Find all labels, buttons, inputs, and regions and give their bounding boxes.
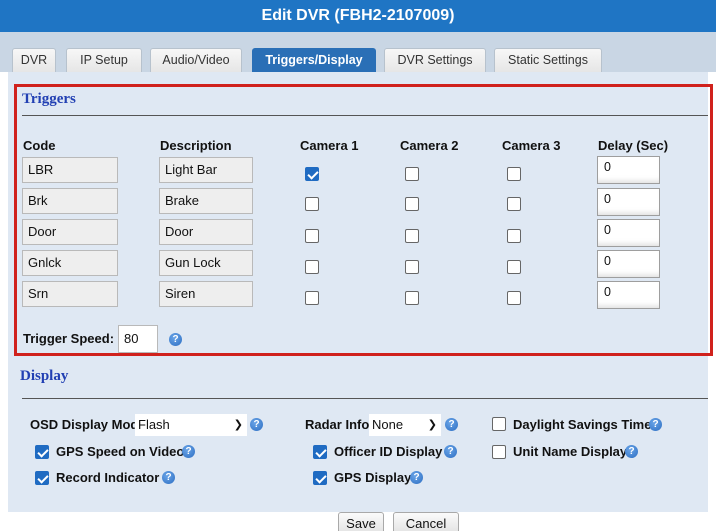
display-divider: [22, 398, 708, 399]
record-indicator-label: Record Indicator: [56, 470, 160, 485]
chevron-down-icon: ❯: [427, 419, 437, 431]
osd-display-mode-select[interactable]: Flash ❯: [135, 414, 247, 436]
trigger-code: Door: [22, 219, 118, 245]
trigger-camera-2-checkbox[interactable]: [405, 291, 419, 305]
officer-id-display-checkbox[interactable]: [313, 445, 327, 459]
tab-ip-setup[interactable]: IP Setup: [66, 48, 142, 72]
gps-display-label: GPS Display: [334, 470, 412, 485]
trigger-description: Siren: [159, 281, 253, 307]
trigger-camera-2-checkbox[interactable]: [405, 167, 419, 181]
trigger-camera-2-checkbox[interactable]: [405, 260, 419, 274]
trigger-camera-3-checkbox[interactable]: [507, 291, 521, 305]
header-camera-3: Camera 3: [502, 138, 561, 153]
unit-name-display-checkbox[interactable]: [492, 445, 506, 459]
header-description: Description: [160, 138, 232, 153]
trigger-camera-1-checkbox[interactable]: [305, 260, 319, 274]
record-indicator-help-icon[interactable]: ?: [162, 471, 175, 484]
tab-triggers-display[interactable]: Triggers/Display: [252, 48, 376, 72]
radar-info-value: None: [372, 417, 404, 432]
trigger-camera-2-checkbox[interactable]: [405, 229, 419, 243]
gps-speed-on-video-checkbox[interactable]: [35, 445, 49, 459]
trigger-speed-input[interactable]: 80: [118, 325, 158, 353]
trigger-camera-1-checkbox[interactable]: [305, 167, 319, 181]
record-indicator-checkbox[interactable]: [35, 471, 49, 485]
radar-info-help-icon[interactable]: ?: [445, 418, 458, 431]
unit-name-help-icon[interactable]: ?: [625, 445, 638, 458]
tab-dvr-settings[interactable]: DVR Settings: [384, 48, 486, 72]
trigger-delay-input[interactable]: 0: [597, 281, 660, 309]
trigger-speed-help-icon[interactable]: ?: [169, 333, 182, 346]
header-camera-2: Camera 2: [400, 138, 459, 153]
trigger-code: Srn: [22, 281, 118, 307]
trigger-speed-label: Trigger Speed:: [23, 331, 115, 346]
osd-display-mode-help-icon[interactable]: ?: [250, 418, 263, 431]
display-section-title: Display: [20, 368, 69, 384]
gps-speed-help-icon[interactable]: ?: [182, 445, 195, 458]
trigger-camera-3-checkbox[interactable]: [507, 167, 521, 181]
daylight-savings-checkbox[interactable]: [492, 417, 506, 431]
gps-display-help-icon[interactable]: ?: [410, 471, 423, 484]
daylight-savings-label: Daylight Savings Time: [513, 417, 652, 432]
trigger-description: Door: [159, 219, 253, 245]
header-code: Code: [23, 138, 56, 153]
trigger-delay-input[interactable]: 0: [597, 156, 660, 184]
daylight-savings-help-icon[interactable]: ?: [649, 418, 662, 431]
trigger-description: Light Bar: [159, 157, 253, 183]
tab-dvr[interactable]: DVR: [12, 48, 56, 72]
trigger-delay-input[interactable]: 0: [597, 250, 660, 278]
trigger-delay-input[interactable]: 0: [597, 188, 660, 216]
tab-audio-video[interactable]: Audio/Video: [150, 48, 242, 72]
window-title: Edit DVR (FBH2-2107009): [0, 0, 716, 32]
officer-id-display-label: Officer ID Display: [334, 444, 443, 459]
gps-speed-on-video-label: GPS Speed on Video: [56, 444, 185, 459]
triggers-section-title: Triggers: [22, 91, 76, 107]
trigger-code: Gnlck: [22, 250, 118, 276]
unit-name-display-label: Unit Name Display: [513, 444, 628, 459]
cancel-button[interactable]: Cancel: [393, 512, 459, 531]
tab-static-settings[interactable]: Static Settings: [494, 48, 602, 72]
trigger-description: Brake: [159, 188, 253, 214]
trigger-camera-3-checkbox[interactable]: [507, 229, 521, 243]
officer-id-help-icon[interactable]: ?: [444, 445, 457, 458]
radar-info-label: Radar Info:: [305, 417, 374, 432]
chevron-down-icon: ❯: [233, 419, 243, 431]
trigger-delay-input[interactable]: 0: [597, 219, 660, 247]
trigger-camera-3-checkbox[interactable]: [507, 197, 521, 211]
save-button[interactable]: Save: [338, 512, 384, 531]
radar-info-select[interactable]: None ❯: [369, 414, 441, 436]
trigger-camera-1-checkbox[interactable]: [305, 291, 319, 305]
trigger-camera-1-checkbox[interactable]: [305, 197, 319, 211]
trigger-code: Brk: [22, 188, 118, 214]
osd-display-mode-label: OSD Display Mode: [30, 417, 146, 432]
tab-strip: DVR IP Setup Audio/Video Triggers/Displa…: [0, 32, 716, 72]
trigger-code: LBR: [22, 157, 118, 183]
triggers-divider: [22, 115, 708, 116]
trigger-camera-3-checkbox[interactable]: [507, 260, 521, 274]
gps-display-checkbox[interactable]: [313, 471, 327, 485]
trigger-camera-2-checkbox[interactable]: [405, 197, 419, 211]
header-camera-1: Camera 1: [300, 138, 359, 153]
trigger-camera-1-checkbox[interactable]: [305, 229, 319, 243]
trigger-description: Gun Lock: [159, 250, 253, 276]
header-delay: Delay (Sec): [598, 138, 669, 153]
osd-display-mode-value: Flash: [138, 417, 170, 432]
